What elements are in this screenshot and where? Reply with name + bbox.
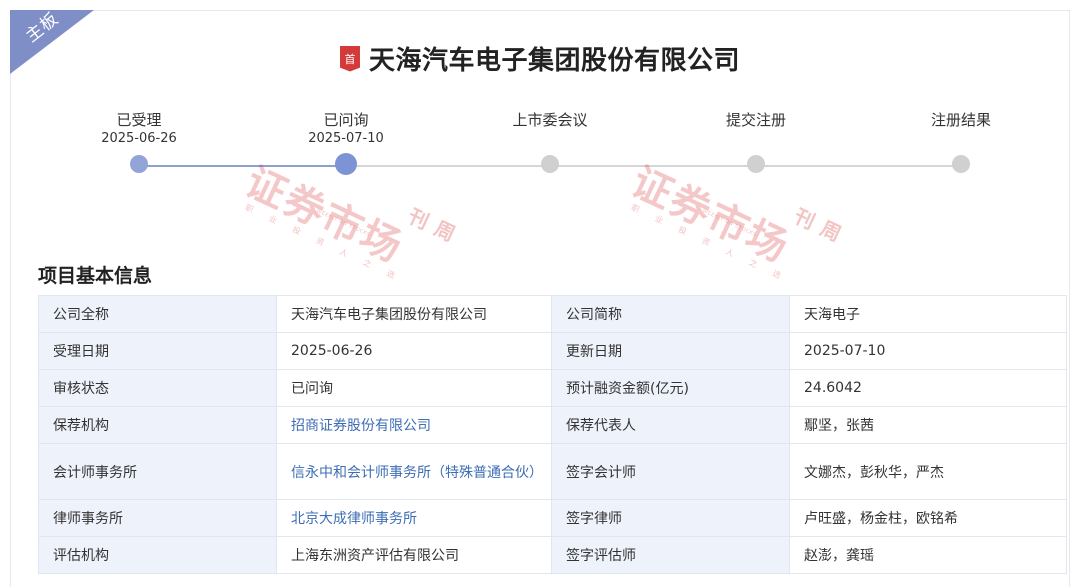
bookmark-icon: 首 — [339, 45, 360, 72]
table-row: 律师事务所 北京大成律师事务所 签字律师 卢旺盛，杨金柱，欧铭希 — [38, 499, 1067, 537]
table-key: 签字评估师 — [551, 536, 790, 574]
step-date — [881, 130, 1041, 148]
table-key: 会计师事务所 — [38, 443, 277, 500]
table-key: 签字会计师 — [551, 443, 790, 500]
table-key: 律师事务所 — [38, 499, 277, 537]
step-label: 上市委会议 — [512, 111, 588, 129]
step-label: 已受理 — [116, 111, 162, 129]
sponsor-link[interactable]: 招商证券股份有限公司 — [276, 406, 552, 444]
page-title: 首 天海汽车电子集团股份有限公司 — [0, 40, 1080, 77]
step-date — [470, 130, 630, 148]
accounting-firm-link[interactable]: 信永中和会计师事务所（特殊普通合伙） — [276, 443, 552, 500]
project-info-table: 公司全称 天海汽车电子集团股份有限公司 公司简称 天海电子 受理日期 2025-… — [38, 295, 1067, 574]
timeline-line-pending — [346, 165, 961, 167]
table-key: 保荐代表人 — [551, 406, 790, 444]
step-dot-current — [335, 153, 357, 175]
step-dot — [541, 155, 559, 173]
table-row: 受理日期 2025-06-26 更新日期 2025-07-10 — [38, 332, 1067, 370]
step-label: 提交注册 — [725, 111, 786, 129]
table-value: 鄢坚，张茜 — [789, 406, 1067, 444]
timeline-line-done — [139, 165, 346, 167]
table-value: 卢旺盛，杨金柱，欧铭希 — [789, 499, 1067, 537]
table-key: 受理日期 — [38, 332, 277, 370]
timeline-step-accepted: 已受理 2025-06-26 — [59, 110, 219, 173]
step-date: 2025-06-26 — [101, 131, 177, 146]
table-key: 公司全称 — [38, 295, 277, 333]
table-key: 审核状态 — [38, 369, 277, 407]
table-row: 审核状态 已问询 预计融资金额(亿元) 24.6042 — [38, 369, 1067, 407]
timeline-step-registration-result: 注册结果 — [881, 110, 1041, 173]
table-row: 公司全称 天海汽车电子集团股份有限公司 公司简称 天海电子 — [38, 295, 1067, 333]
timeline-step-submit-registration: 提交注册 — [676, 110, 836, 173]
table-row: 保荐机构 招商证券股份有限公司 保荐代表人 鄢坚，张茜 — [38, 406, 1067, 444]
law-firm-link[interactable]: 北京大成律师事务所 — [276, 499, 552, 537]
table-key: 评估机构 — [38, 536, 277, 574]
table-row: 会计师事务所 信永中和会计师事务所（特殊普通合伙） 签字会计师 文娜杰，彭秋华，… — [38, 443, 1067, 500]
table-value: 已问询 — [276, 369, 552, 407]
company-title: 天海汽车电子集团股份有限公司 — [368, 46, 740, 76]
step-dot — [747, 155, 765, 173]
table-value: 天海汽车电子集团股份有限公司 — [276, 295, 552, 333]
table-value: 2025-07-10 — [789, 332, 1067, 370]
table-key: 更新日期 — [551, 332, 790, 370]
step-dot — [130, 155, 148, 173]
table-value: 2025-06-26 — [276, 332, 552, 370]
table-row: 评估机构 上海东洲资产评估有限公司 签字评估师 赵澎，龚瑶 — [38, 536, 1067, 574]
step-label: 已问询 — [323, 111, 369, 129]
table-value: 赵澎，龚瑶 — [789, 536, 1067, 574]
table-key: 保荐机构 — [38, 406, 277, 444]
table-value: 上海东洲资产评估有限公司 — [276, 536, 552, 574]
table-key: 预计融资金额(亿元) — [551, 369, 790, 407]
step-date — [676, 130, 836, 148]
table-value: 天海电子 — [789, 295, 1067, 333]
progress-timeline: 已受理 2025-06-26 已问询 2025-07-10 上市委会议 提交注册… — [0, 110, 1080, 180]
step-date: 2025-07-10 — [308, 131, 384, 146]
timeline-step-committee: 上市委会议 — [470, 110, 630, 173]
timeline-step-inquired: 已问询 2025-07-10 — [266, 110, 426, 175]
table-value: 文娜杰，彭秋华，严杰 — [789, 443, 1067, 500]
table-value: 24.6042 — [789, 369, 1067, 407]
step-label: 注册结果 — [930, 111, 991, 129]
section-title: 项目基本信息 — [38, 265, 153, 287]
step-dot — [952, 155, 970, 173]
table-key: 公司简称 — [551, 295, 790, 333]
table-key: 签字律师 — [551, 499, 790, 537]
